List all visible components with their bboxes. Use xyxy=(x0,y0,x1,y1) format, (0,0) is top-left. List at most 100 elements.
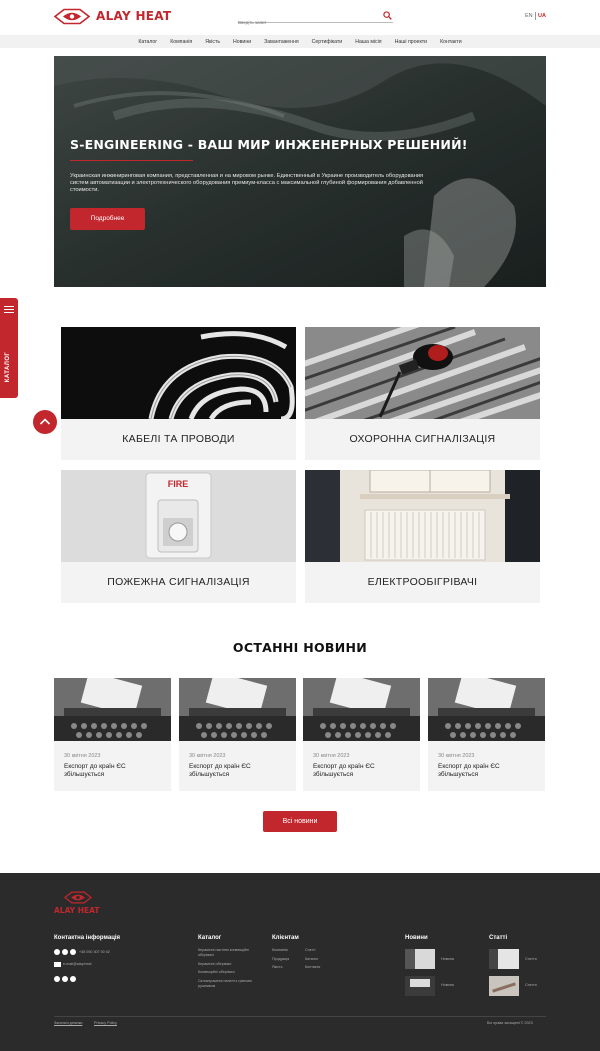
footer-news-link[interactable]: Новина xyxy=(441,983,454,988)
footer-contact-title: Контактна інформація xyxy=(54,935,121,941)
footer-divider xyxy=(54,1016,546,1017)
hero-text: Украинская инжиниринговая компания, пред… xyxy=(70,173,424,193)
menu-icon-bar xyxy=(4,312,14,313)
category-card-cables[interactable]: КАБЕЛІ ТА ПРОВОДИ xyxy=(61,327,296,460)
footer-clients-link[interactable]: Каталог xyxy=(305,957,318,962)
news-title[interactable]: Експорт до країн ЄС збільшується xyxy=(438,763,538,779)
footer-clients-link[interactable]: Статті xyxy=(305,948,315,953)
news-date: 30 квітня 2023 xyxy=(438,753,475,759)
menu-icon-bar xyxy=(4,309,14,310)
email-icon xyxy=(54,962,61,967)
all-news-button[interactable]: Всі новини xyxy=(263,811,337,832)
footer-news-link[interactable]: Новина xyxy=(441,957,454,962)
footer-article-link[interactable]: Стаття xyxy=(525,957,537,962)
footer-clients-link[interactable]: Продукція xyxy=(272,957,289,962)
footer-clients-link[interactable]: Компанія xyxy=(272,948,288,953)
news-image xyxy=(428,678,545,741)
security-alarm-image xyxy=(305,327,540,419)
nav-mission[interactable]: Наша місія xyxy=(355,39,381,45)
nav-projects[interactable]: Наші проекти xyxy=(395,39,427,45)
footer-article-thumb[interactable] xyxy=(489,976,519,996)
news-date: 30 квітня 2023 xyxy=(313,753,350,759)
footer-phone[interactable]: +38 050 307 00 02 xyxy=(79,950,110,955)
footer-email[interactable]: e-mail@alay.heat xyxy=(63,962,91,967)
footer-catalog-link[interactable]: Конвекційні обігрівачі xyxy=(198,970,260,975)
fire-alarm-image: FIRE xyxy=(61,470,296,562)
nav-news[interactable]: Новини xyxy=(233,39,251,45)
footer: ALAY HEAT Контактна інформація +38 050 3… xyxy=(0,873,600,1051)
instagram-icon[interactable] xyxy=(62,976,68,982)
footer-catalog-link[interactable]: Керамічні обігрівачі xyxy=(198,962,260,967)
category-title: ЕЛЕКТРООБІГРІВАЧІ xyxy=(367,576,478,588)
news-card[interactable]: 30 квітня 2023 Експорт до країн ЄС збіль… xyxy=(303,678,420,791)
news-title[interactable]: Експорт до країн ЄС збільшується xyxy=(313,763,413,779)
hero-background-image xyxy=(54,56,546,287)
footer-article-thumb[interactable] xyxy=(489,949,519,969)
nav-downloads[interactable]: Завантаження xyxy=(264,39,299,45)
header: ALAY HEAT EN UA xyxy=(0,0,600,35)
footer-logo-icon[interactable] xyxy=(64,891,92,904)
viber-icon[interactable] xyxy=(62,949,68,955)
nav-catalog[interactable]: Каталог xyxy=(138,39,157,45)
footer-news-thumb[interactable] xyxy=(405,949,435,969)
nav-contacts[interactable]: Контакти xyxy=(440,39,462,45)
category-title: ПОЖЕЖНА СИГНАЛІЗАЦІЯ xyxy=(107,576,250,588)
footer-copyright: Всі права захищені © 2023 xyxy=(487,1021,533,1025)
logo-icon xyxy=(54,8,90,24)
news-date: 30 квітня 2023 xyxy=(64,753,101,759)
scroll-top-button[interactable] xyxy=(33,410,57,434)
footer-news-title: Новини xyxy=(405,935,428,941)
footer-clients-link[interactable]: Контакти xyxy=(305,965,320,970)
news-image xyxy=(179,678,296,741)
nav-certificates[interactable]: Сертифікати xyxy=(312,39,343,45)
footer-clients-title: Клієнтам xyxy=(272,935,299,941)
news-image xyxy=(54,678,171,741)
news-image xyxy=(303,678,420,741)
news-date: 30 квітня 2023 xyxy=(189,753,226,759)
facebook-icon[interactable] xyxy=(54,976,60,982)
footer-catalog-title: Каталог xyxy=(198,935,222,941)
news-card[interactable]: 30 квітня 2023 Експорт до країн ЄС збіль… xyxy=(54,678,171,791)
fire-label: FIRE xyxy=(168,479,189,489)
news-section-title: ОСТАННІ НОВИНИ xyxy=(232,640,368,655)
category-card-electric-heaters[interactable]: ЕЛЕКТРООБІГРІВАЧІ xyxy=(305,470,540,603)
footer-terms-link[interactable]: Загальні ділянки xyxy=(54,1021,82,1026)
chevron-up-icon xyxy=(39,418,51,425)
footer-logo-text: ALAY HEAT xyxy=(54,906,100,915)
phone-icon xyxy=(54,949,60,955)
category-card-fire-alarm[interactable]: FIRE ПОЖЕЖНА СИГНАЛІЗАЦІЯ xyxy=(61,470,296,603)
catalog-side-tab[interactable]: КАТАЛОГ xyxy=(0,298,18,398)
hero-banner: S-ENGINEERING - ВАШ МИР ИНЖЕНЕРНЫХ РЕШЕН… xyxy=(54,56,546,287)
catalog-tab-label: КАТАЛОГ xyxy=(5,351,11,383)
lang-divider xyxy=(535,12,536,20)
footer-catalog-link[interactable]: Склокерамічні панелі з гріючим рушником xyxy=(198,979,260,989)
telegram-icon[interactable] xyxy=(70,976,76,982)
lang-en[interactable]: EN xyxy=(525,13,533,19)
cables-image xyxy=(61,327,296,419)
menu-icon xyxy=(4,306,14,307)
category-card-security-alarm[interactable]: ОХОРОННА СИГНАЛІЗАЦІЯ xyxy=(305,327,540,460)
logo-text: ALAY HEAT xyxy=(96,9,172,23)
hero-title: S-ENGINEERING - ВАШ МИР ИНЖЕНЕРНЫХ РЕШЕН… xyxy=(70,137,468,152)
category-title: ОХОРОННА СИГНАЛІЗАЦІЯ xyxy=(349,433,496,445)
footer-clients-link[interactable]: Якість xyxy=(272,965,283,970)
search-icon[interactable] xyxy=(383,11,392,20)
search-input[interactable] xyxy=(238,20,378,25)
logo[interactable]: ALAY HEAT xyxy=(54,7,174,25)
search-bar[interactable] xyxy=(238,11,393,25)
news-title[interactable]: Експорт до країн ЄС збільшується xyxy=(64,763,164,779)
footer-article-link[interactable]: Стаття xyxy=(525,983,537,988)
nav-quality[interactable]: Якість xyxy=(205,39,220,45)
hero-divider xyxy=(70,160,193,161)
main-nav: Каталог Компанія Якість Новини Завантаже… xyxy=(0,35,600,48)
hero-more-button[interactable]: Подробнее xyxy=(70,208,145,230)
news-title[interactable]: Експорт до країн ЄС збільшується xyxy=(189,763,289,779)
lang-ua[interactable]: UA xyxy=(538,13,546,19)
footer-news-thumb[interactable] xyxy=(405,976,435,996)
footer-privacy-link[interactable]: Privacy Policy xyxy=(94,1021,117,1026)
nav-company[interactable]: Компанія xyxy=(170,39,192,45)
news-card[interactable]: 30 квітня 2023 Експорт до країн ЄС збіль… xyxy=(179,678,296,791)
footer-catalog-link[interactable]: Керамічні настінні конвекційні обігрівач… xyxy=(198,948,260,958)
news-card[interactable]: 30 квітня 2023 Експорт до країн ЄС збіль… xyxy=(428,678,545,791)
telegram-icon[interactable] xyxy=(70,949,76,955)
